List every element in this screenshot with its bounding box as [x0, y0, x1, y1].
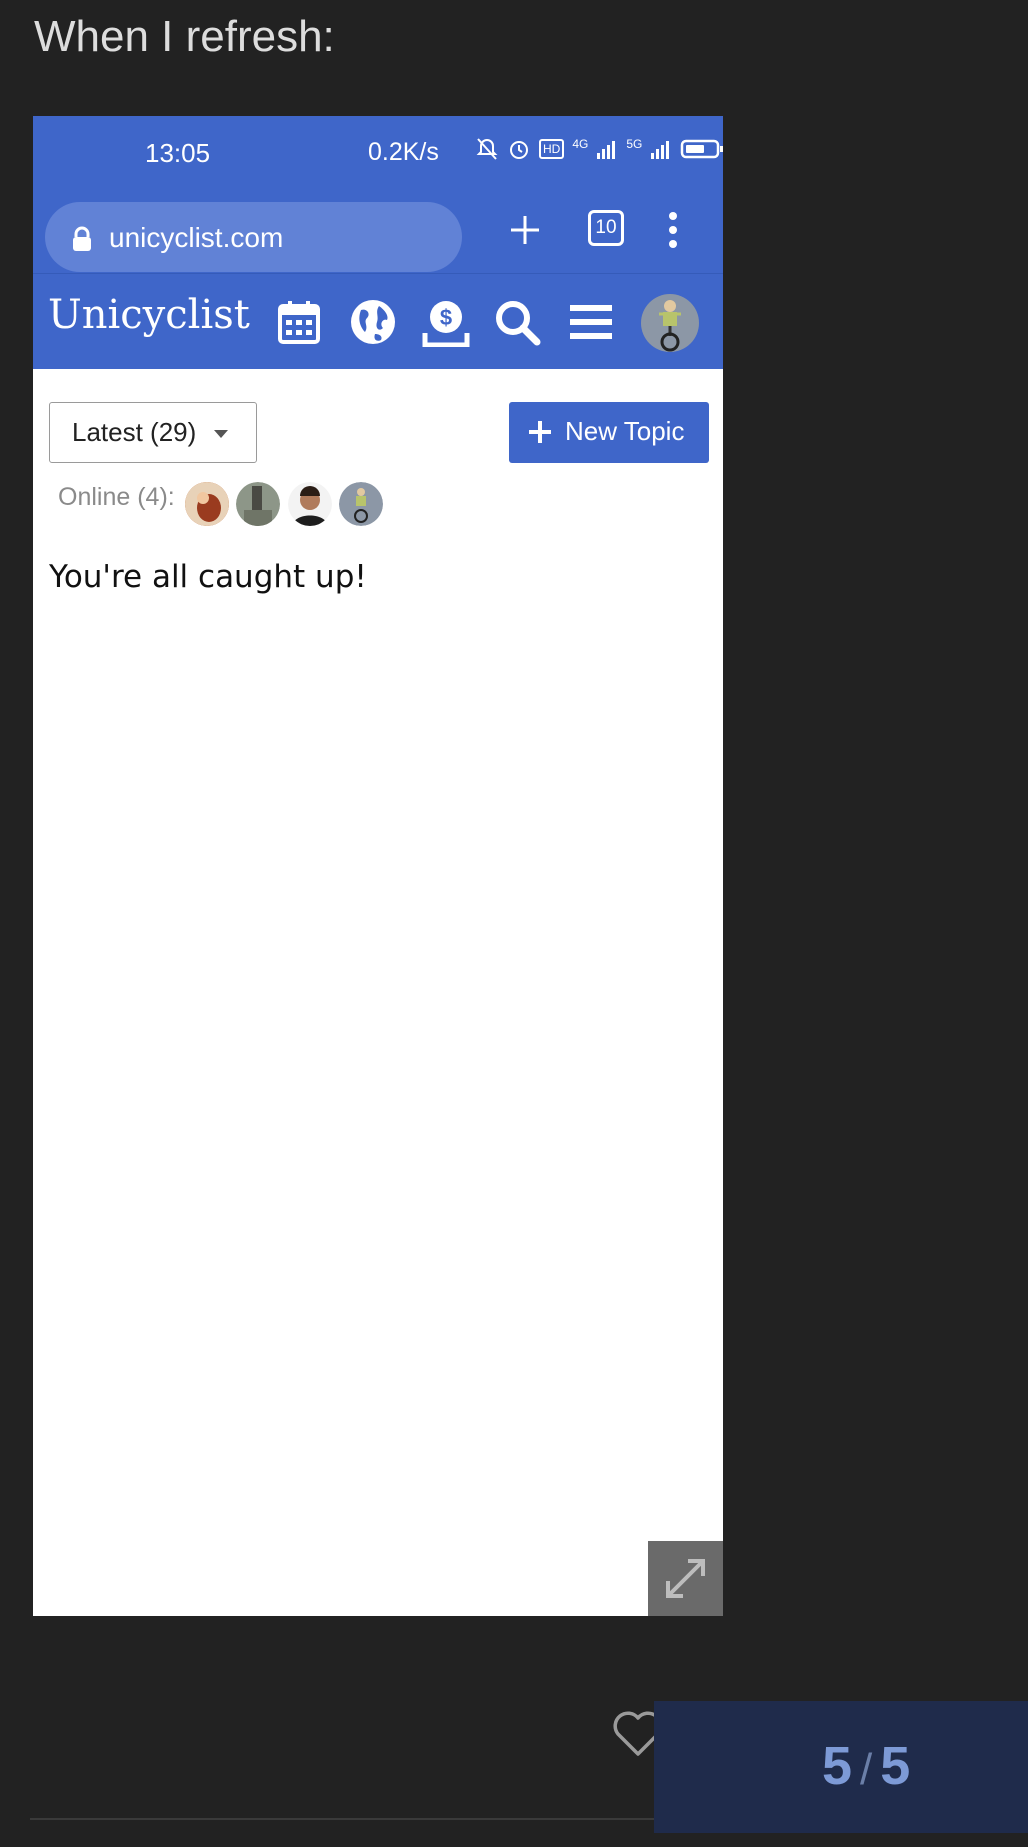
address-bar[interactable]: unicyclist.com — [45, 202, 462, 272]
latest-filter-dropdown[interactable]: Latest (29) — [49, 402, 257, 463]
screenshot-image[interactable]: 13:05 0.2K/s HD 4G 5G unicyclist.com 10 … — [33, 116, 723, 1616]
signal-bars-icon — [651, 141, 670, 159]
mute-bell-icon — [476, 138, 498, 160]
alarm-icon — [510, 141, 528, 159]
signal-4g-label: 4G — [572, 137, 589, 151]
online-users-label: Online (4): — [58, 483, 175, 511]
status-icons: HD 4G 5G — [475, 136, 723, 162]
search-icon[interactable] — [491, 296, 543, 348]
phone-status-bar: 13:05 0.2K/s HD 4G 5G — [33, 116, 723, 188]
battery-icon — [681, 139, 723, 159]
donate-icon[interactable]: $ — [420, 296, 472, 348]
signal-5g-label: 5G — [626, 137, 643, 151]
browser-toolbar: unicyclist.com 10 — [33, 188, 723, 274]
tabs-icon[interactable]: 10 — [588, 210, 624, 246]
site-header: Unicyclist $ — [33, 274, 723, 369]
plus-icon — [529, 421, 551, 443]
plus-icon[interactable] — [503, 208, 547, 252]
site-logo[interactable]: Unicyclist — [48, 292, 250, 338]
online-avatar[interactable] — [236, 482, 280, 526]
filter-label: Latest (29) — [72, 417, 197, 447]
calendar-icon[interactable] — [273, 296, 325, 348]
expand-icon[interactable] — [648, 1541, 723, 1616]
online-avatar[interactable] — [339, 482, 383, 526]
user-avatar[interactable] — [641, 294, 699, 352]
status-time: 13:05 — [145, 138, 211, 168]
online-avatar[interactable] — [288, 482, 332, 526]
menu-icon[interactable] — [565, 296, 617, 348]
lock-icon — [73, 226, 91, 251]
svg-text:$: $ — [440, 305, 452, 330]
address-url: unicyclist.com — [109, 222, 284, 253]
hd-badge: HD — [539, 139, 565, 159]
post-text: When I refresh: — [34, 12, 335, 61]
site-content: Latest (29) New Topic Online (4): You're… — [33, 369, 723, 1616]
progress-current: 5 — [822, 1736, 853, 1796]
status-net-speed: 0.2K/s — [368, 138, 439, 166]
progress-total: 5 — [880, 1736, 911, 1796]
progress-separator: / — [860, 1745, 873, 1794]
online-avatar[interactable] — [185, 482, 229, 526]
topic-progress[interactable]: 5/5 — [654, 1701, 1028, 1833]
new-topic-button[interactable]: New Topic — [509, 402, 709, 463]
post-divider — [30, 1818, 654, 1820]
globe-icon[interactable] — [347, 296, 399, 348]
more-vert-icon[interactable] — [663, 210, 683, 250]
signal-bars-icon — [597, 141, 616, 159]
new-topic-label: New Topic — [565, 416, 685, 446]
progress-text: 5/5 — [822, 1735, 910, 1797]
caret-down-icon — [214, 430, 228, 438]
caught-up-message: You're all caught up! — [49, 559, 367, 595]
